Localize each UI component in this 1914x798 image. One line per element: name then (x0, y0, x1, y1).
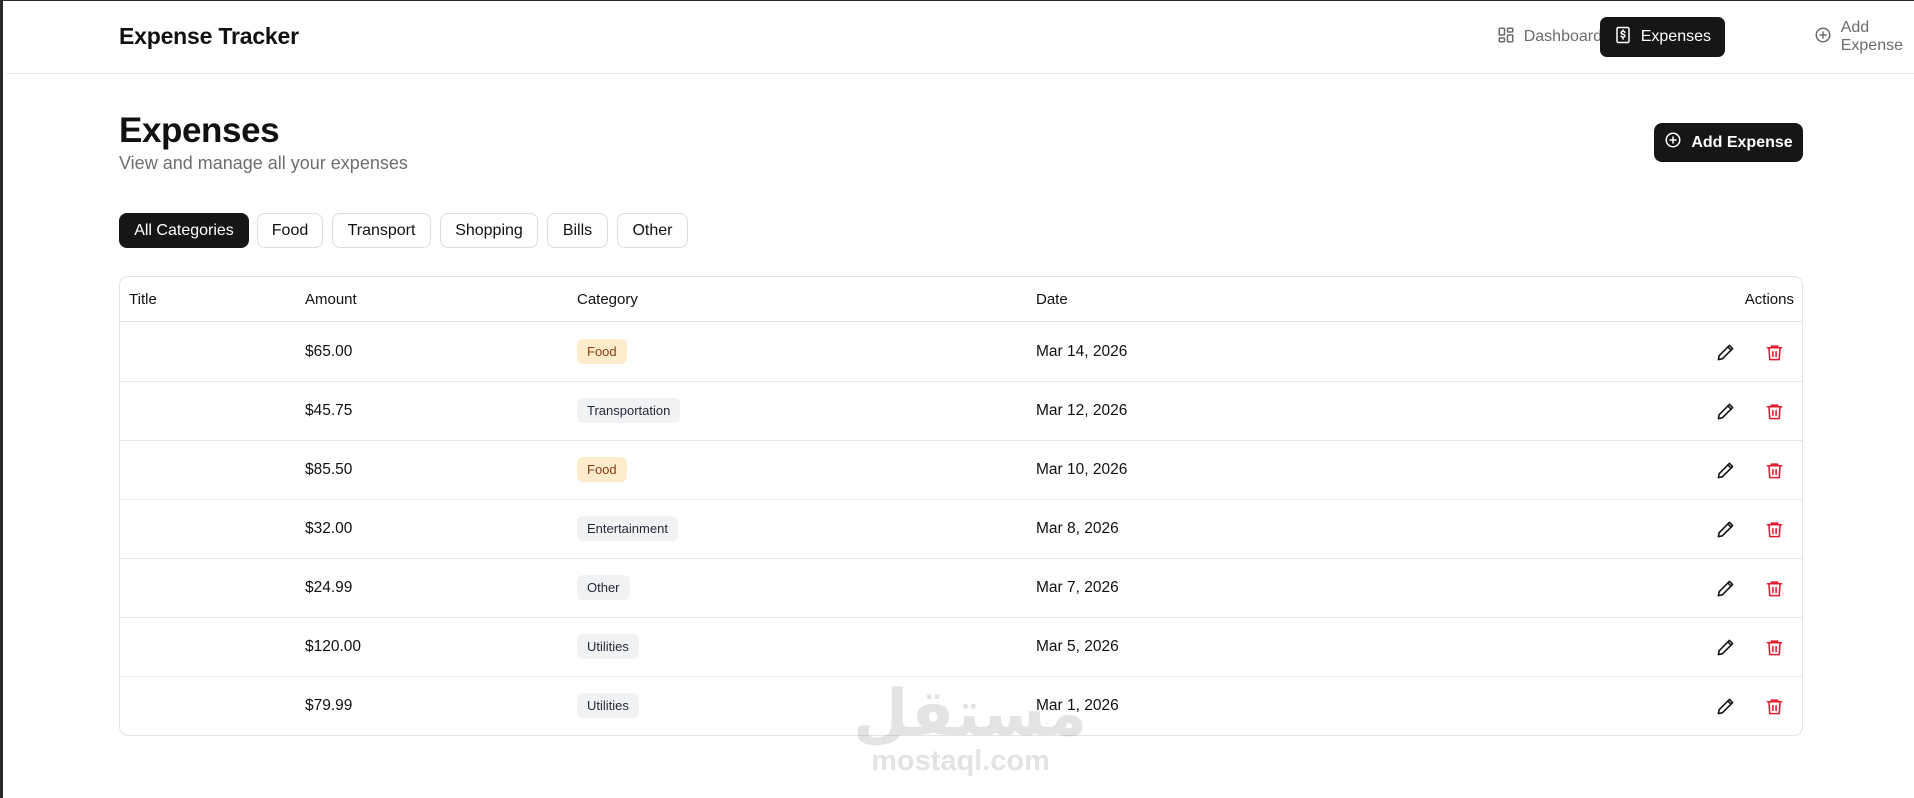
delete-icon[interactable] (1763, 636, 1785, 658)
column-category: Category (577, 291, 638, 308)
filter-bills[interactable]: Bills (547, 213, 608, 248)
edit-icon[interactable] (1714, 518, 1736, 540)
category-badge: Utilities (577, 693, 639, 718)
delete-icon[interactable] (1763, 577, 1785, 599)
watermark-arabic: مستقل (853, 677, 1088, 751)
expenses-table: Title Amount Category Date Actions $65.0… (119, 276, 1803, 736)
nav-expenses[interactable]: Expenses (1599, 17, 1725, 57)
row-amount: $32.00 (305, 520, 353, 537)
row-amount: $120.00 (305, 638, 362, 655)
plus-circle-icon (1814, 26, 1832, 49)
row-amount: $85.50 (305, 461, 353, 478)
row-amount: $65.00 (305, 343, 353, 360)
nav-dashboard[interactable]: Dashboard (1483, 17, 1616, 57)
table-row: $45.75 Transportation Mar 12, 2026 (120, 382, 1802, 441)
edit-icon[interactable] (1714, 577, 1736, 599)
row-date: Mar 5, 2026 (1036, 638, 1119, 655)
app-brand[interactable]: Expense Tracker (119, 23, 299, 50)
row-date: Mar 7, 2026 (1036, 579, 1119, 596)
column-date: Date (1036, 291, 1068, 308)
delete-icon[interactable] (1763, 341, 1785, 363)
category-badge: Food (577, 457, 627, 482)
delete-icon[interactable] (1763, 459, 1785, 481)
filter-other[interactable]: Other (617, 213, 688, 248)
column-amount: Amount (305, 291, 357, 308)
row-amount: $79.99 (305, 697, 353, 714)
watermark-latin: mostaql.com (871, 745, 1050, 777)
table-row: $85.50 Food Mar 10, 2026 (120, 441, 1802, 500)
column-title: Title (129, 291, 157, 308)
edit-icon[interactable] (1714, 400, 1736, 422)
add-expense-button[interactable]: Add Expense (1654, 123, 1803, 162)
category-badge: Transportation (577, 398, 681, 423)
filter-all-categories[interactable]: All Categories (119, 213, 249, 248)
edit-icon[interactable] (1714, 636, 1736, 658)
category-badge: Food (577, 339, 627, 364)
table-row: $32.00 Entertainment Mar 8, 2026 (120, 500, 1802, 559)
edit-icon[interactable] (1714, 459, 1736, 481)
nav-expenses-label: Expenses (1640, 28, 1711, 45)
edit-icon[interactable] (1714, 695, 1736, 717)
category-badge: Entertainment (577, 516, 678, 541)
nav-add-expense[interactable]: Add Expense (1800, 17, 1914, 57)
row-amount: $24.99 (305, 579, 353, 596)
app-frame: Expense Tracker Dashboard Expenses Add E… (0, 0, 1914, 798)
row-amount: $45.75 (305, 402, 353, 419)
nav-add-expense-label: Add Expense (1840, 19, 1903, 54)
watermark: مستقل mostaql.com (853, 677, 1088, 781)
filter-transport[interactable]: Transport (332, 213, 431, 248)
column-actions: Actions (1744, 291, 1794, 308)
plus-circle-icon (1664, 131, 1682, 154)
delete-icon[interactable] (1763, 518, 1785, 540)
receipt-icon (1614, 26, 1632, 49)
row-date: Mar 12, 2026 (1036, 402, 1128, 419)
top-navbar: Expense Tracker Dashboard Expenses Add E… (6, 2, 1914, 74)
edit-icon[interactable] (1714, 341, 1736, 363)
filter-shopping[interactable]: Shopping (440, 213, 538, 248)
nav-dashboard-label: Dashboard (1523, 28, 1602, 45)
row-date: Mar 8, 2026 (1036, 520, 1119, 537)
category-badge: Utilities (577, 634, 639, 659)
filter-food[interactable]: Food (257, 213, 323, 248)
delete-icon[interactable] (1763, 695, 1785, 717)
table-row: $65.00 Food Mar 14, 2026 (120, 323, 1802, 382)
row-date: Mar 10, 2026 (1036, 461, 1128, 478)
dashboard-icon (1497, 26, 1515, 49)
page-subtitle: View and manage all your expenses (119, 153, 408, 173)
page-title: Expenses (119, 111, 280, 150)
add-expense-button-label: Add Expense (1691, 133, 1793, 151)
delete-icon[interactable] (1763, 400, 1785, 422)
table-header: Title Amount Category Date Actions (120, 277, 1802, 322)
category-badge: Other (577, 575, 630, 600)
row-date: Mar 14, 2026 (1036, 343, 1128, 360)
table-row: $24.99 Other Mar 7, 2026 (120, 559, 1802, 618)
table-row: $120.00 Utilities Mar 5, 2026 (120, 618, 1802, 677)
